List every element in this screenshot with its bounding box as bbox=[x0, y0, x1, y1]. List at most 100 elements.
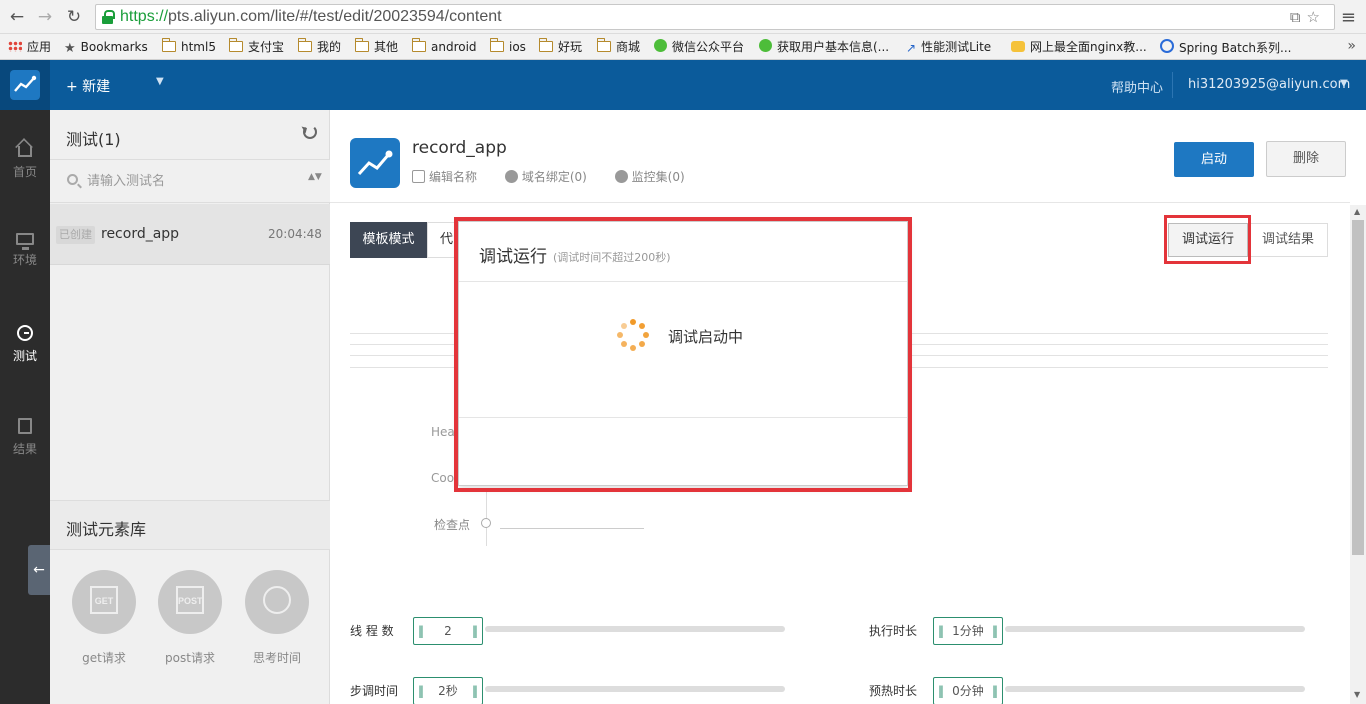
bookmark-item[interactable]: Spring Batch系列... bbox=[1160, 39, 1291, 55]
bookmark-star-icon[interactable]: ⧉☆ bbox=[1290, 8, 1326, 26]
step-time-slider-track[interactable] bbox=[485, 686, 785, 692]
library-item-think-time[interactable]: 思考时间 bbox=[245, 570, 309, 666]
dialog-header: 调试运行 (调试时间不超过200秒) bbox=[459, 222, 907, 282]
bookmark-item[interactable]: ios bbox=[490, 38, 526, 55]
get-request-icon: GET bbox=[90, 586, 118, 614]
home-icon bbox=[18, 146, 32, 157]
app-logo[interactable] bbox=[0, 60, 50, 110]
test-search-input[interactable] bbox=[87, 170, 287, 192]
project-meta: 编辑名称 域名绑定(0) 监控集(0) bbox=[412, 168, 709, 185]
edit-icon bbox=[412, 170, 425, 183]
chevron-down-icon[interactable]: ▼ bbox=[156, 76, 164, 87]
user-account-menu[interactable]: hi31203925@aliyun.com bbox=[1188, 77, 1350, 92]
step-time-slider-handle[interactable]: 2秒 bbox=[413, 677, 483, 704]
address-bar[interactable]: https://pts.aliyun.com/lite/#/test/edit/… bbox=[95, 4, 1335, 30]
forward-button[interactable]: → bbox=[34, 6, 56, 28]
test-search-box: ▲▼ bbox=[50, 159, 330, 203]
bookmark-item[interactable]: html5 bbox=[162, 38, 216, 55]
page-scrollbar[interactable]: ▲ ▼ bbox=[1350, 205, 1366, 704]
chart-icon: ↗ bbox=[906, 41, 917, 55]
bookmark-item[interactable]: 应用 bbox=[8, 39, 51, 55]
monitor-set-link[interactable]: 监控集(0) bbox=[614, 170, 697, 184]
bookmark-item[interactable]: 获取用户基本信息(... bbox=[759, 39, 889, 55]
checkpoint-node[interactable] bbox=[481, 518, 491, 528]
dialog-status-message: 调试启动中 bbox=[668, 328, 744, 346]
collapse-panel-button[interactable]: ← bbox=[28, 545, 50, 595]
threads-slider-track[interactable] bbox=[485, 626, 785, 632]
folder-icon bbox=[597, 38, 611, 52]
sort-icon[interactable]: ▲▼ bbox=[308, 173, 322, 182]
threads-slider-handle[interactable]: 2 bbox=[413, 617, 483, 645]
header-divider bbox=[1172, 72, 1173, 98]
duration-slider-track[interactable] bbox=[1005, 626, 1305, 632]
refresh-icon[interactable] bbox=[303, 125, 317, 139]
project-name: record_app bbox=[412, 138, 507, 158]
delete-button[interactable]: 删除 bbox=[1266, 141, 1346, 177]
wechat-icon bbox=[759, 39, 772, 52]
bookmark-item[interactable]: 微信公众平台 bbox=[654, 39, 744, 55]
rail-item-environment[interactable]: 环境 bbox=[0, 233, 50, 268]
bookmark-item[interactable]: 好玩 bbox=[539, 38, 582, 55]
bookmark-item[interactable]: 网上最全面nginx教... bbox=[1011, 39, 1147, 55]
rail-item-results[interactable]: 结果 bbox=[0, 418, 50, 457]
library-item-post[interactable]: POST post请求 bbox=[158, 570, 222, 666]
warmup-slider-handle[interactable]: 0分钟 bbox=[933, 677, 1003, 704]
bookmark-item[interactable]: 其他 bbox=[355, 38, 398, 55]
rail-item-test[interactable]: 测试 bbox=[0, 325, 50, 364]
debug-result-button[interactable]: 调试结果 bbox=[1248, 223, 1328, 257]
search-icon bbox=[67, 174, 78, 185]
header-field-label: Hea bbox=[431, 425, 455, 439]
tab-template-mode[interactable]: 模板模式 bbox=[350, 222, 427, 258]
dialog-subtitle: (调试时间不超过200秒) bbox=[553, 251, 671, 264]
test-name: record_app bbox=[101, 226, 180, 242]
start-button[interactable]: 启动 bbox=[1174, 142, 1254, 177]
help-center-link[interactable]: 帮助中心 bbox=[1111, 77, 1163, 96]
bubble-icon bbox=[1011, 41, 1025, 52]
folder-icon bbox=[539, 38, 553, 52]
status-badge: 已创建 bbox=[56, 226, 95, 244]
warmup-slider-track[interactable] bbox=[1005, 686, 1305, 692]
duration-slider-handle[interactable]: 1分钟 bbox=[933, 617, 1003, 645]
bookmark-item[interactable]: android bbox=[412, 38, 477, 55]
wechat-icon bbox=[654, 39, 667, 52]
browser-menu-icon[interactable]: ≡ bbox=[1341, 7, 1356, 28]
element-library-header: 测试元素库 bbox=[50, 500, 330, 550]
trend-logo-icon bbox=[10, 70, 40, 100]
link-icon bbox=[504, 170, 518, 183]
bookmark-item[interactable]: 我的 bbox=[298, 38, 341, 55]
bookmark-item[interactable]: 支付宝 bbox=[229, 38, 284, 55]
bookmarks-overflow-icon[interactable]: » bbox=[1347, 38, 1356, 54]
section-divider bbox=[330, 202, 1350, 203]
new-button[interactable]: + 新建 bbox=[66, 76, 110, 96]
rail-item-home[interactable]: 首页 bbox=[0, 140, 50, 180]
project-icon bbox=[350, 138, 400, 188]
scrollbar-thumb[interactable] bbox=[1352, 220, 1364, 555]
post-request-icon: POST bbox=[176, 586, 204, 614]
edit-name-link[interactable]: 编辑名称 bbox=[412, 170, 489, 184]
folder-icon bbox=[412, 38, 426, 52]
domain-binding-link[interactable]: 域名绑定(0) bbox=[504, 170, 599, 184]
step-time-label: 步调时间 bbox=[350, 684, 399, 698]
folder-icon bbox=[298, 38, 312, 52]
lock-icon bbox=[102, 10, 115, 24]
scroll-down-icon[interactable]: ▼ bbox=[1354, 690, 1360, 699]
element-library-title: 测试元素库 bbox=[66, 520, 147, 539]
bookmarks-bar: 应用 ★ Bookmarks html5 支付宝 我的 其他 android io… bbox=[0, 34, 1366, 60]
bookmark-item[interactable]: ↗ 性能测试Lite bbox=[906, 39, 991, 55]
chevron-down-icon[interactable]: ▼ bbox=[1340, 78, 1348, 89]
folder-icon bbox=[490, 38, 504, 52]
library-item-get[interactable]: GET get请求 bbox=[72, 570, 136, 666]
apps-icon bbox=[8, 41, 22, 52]
side-nav-rail: 首页 环境 测试 结果 bbox=[0, 110, 50, 704]
url-text[interactable]: https://pts.aliyun.com/lite/#/test/edit/… bbox=[120, 8, 502, 26]
reload-button[interactable]: ↻ bbox=[63, 6, 85, 28]
back-button[interactable]: ← bbox=[6, 6, 28, 28]
bookmark-item[interactable]: ★ Bookmarks bbox=[64, 39, 148, 56]
app-header: + 新建 ▼ 帮助中心 hi31203925@aliyun.com ▼ bbox=[0, 60, 1366, 110]
dialog-title: 调试运行 bbox=[479, 247, 547, 267]
bookmark-item[interactable]: 商城 bbox=[597, 38, 640, 55]
test-list-item[interactable]: 已创建 record_app 20:04:48 bbox=[50, 204, 330, 265]
scroll-up-icon[interactable]: ▲ bbox=[1354, 207, 1360, 216]
clock-icon bbox=[263, 586, 291, 614]
checkpoint-input-line[interactable] bbox=[500, 528, 644, 529]
